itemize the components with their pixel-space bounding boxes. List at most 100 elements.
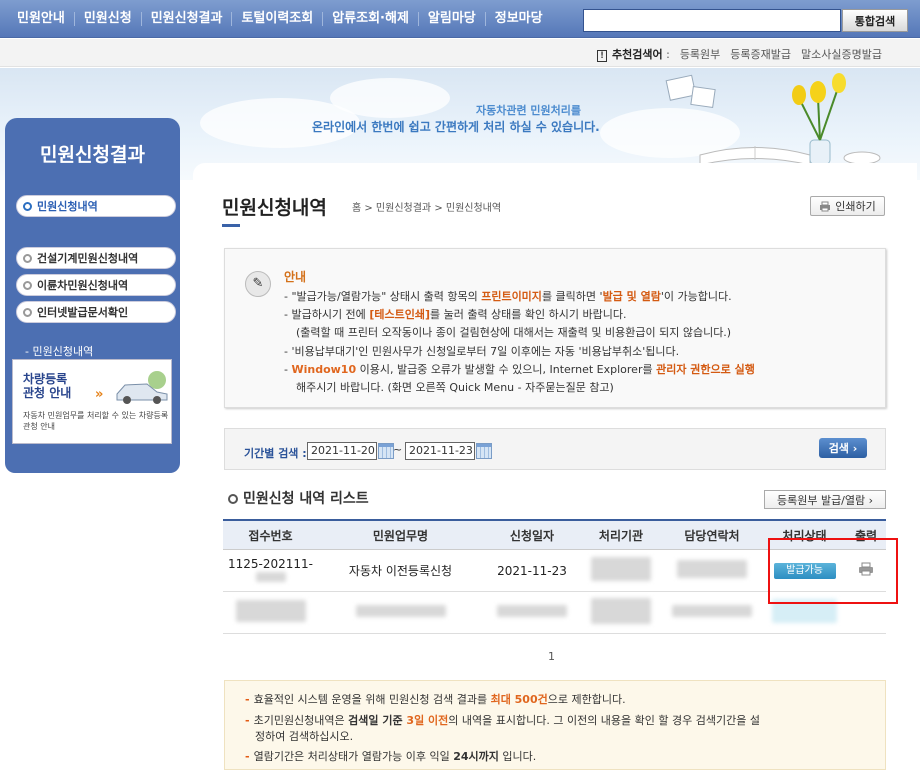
- guide-description: 자동차 민원업무를 처리할 수 있는 차량등록관청 안내: [23, 411, 169, 431]
- search-button[interactable]: 검색 ›: [819, 438, 867, 458]
- col-header: 접수번호: [248, 528, 293, 543]
- bullet-icon: [23, 201, 32, 211]
- bottom-bold: 검색일 기준: [348, 714, 407, 727]
- date-to-input[interactable]: 2021-11-23: [405, 442, 475, 460]
- col-header: 민원업무명: [372, 528, 429, 543]
- recommend-term[interactable]: 등록증재발급: [730, 46, 791, 62]
- notice-line-1: - "발급가능/열람가능" 상태시 출력 항목의 프린트이미지를 클릭하면 '발…: [284, 288, 732, 304]
- redacted-text: [677, 560, 747, 578]
- receipt-number: 1125-202111-: [227, 556, 313, 571]
- sidebar-item-construction-machine[interactable]: 건설기계민원신청내역: [16, 247, 176, 269]
- bottom-highlight: 최대 500건: [490, 693, 548, 706]
- apply-date: [483, 605, 581, 620]
- book-flower-illustration: [665, 73, 881, 166]
- recommend-term[interactable]: 등록원부: [680, 46, 720, 62]
- notice-text: 이용시, 발급중 오류가 발생할 수 있으니, Internet Explore…: [356, 363, 657, 376]
- task-name: [318, 605, 483, 620]
- notice-text: - "발급가능/열람가능" 상태시 출력 항목의: [284, 290, 482, 303]
- date-from-input[interactable]: 2021-11-20: [307, 442, 377, 460]
- nav-item-seizure[interactable]: 압류조회·해제: [323, 0, 418, 38]
- banner-slogan-1: 자동차관련 민원처리를: [476, 104, 582, 117]
- bottom-line-1: - 효율적인 시스템 운영을 위해 민원신청 검색 결과를 최대 500건으로 제…: [245, 691, 626, 707]
- task-name: 자동차 이전등록신청: [348, 564, 453, 578]
- guide-title-line-2: 관청 안내: [23, 386, 72, 400]
- bottom-text: 으로 제한합니다.: [547, 693, 626, 706]
- col-header: 담당연락처: [684, 528, 740, 543]
- top-navigation: 민원안내 민원신청 민원신청결과 토털이력조회 압류조회·해제 알림마당 정보마…: [0, 0, 920, 38]
- bottom-notice: - 효율적인 시스템 운영을 위해 민원신청 검색 결과를 최대 500건으로 제…: [224, 680, 886, 770]
- bottom-text: 열람기간은 처리상태가 열람가능 이후 익일: [253, 750, 454, 763]
- print-button[interactable]: 인쇄하기: [810, 196, 885, 216]
- sidebar-item-application-history[interactable]: 민원신청내역: [16, 195, 176, 217]
- bottom-line-3: - 열람기간은 처리상태가 열람가능 이후 익일 24시까지 입니다.: [245, 748, 536, 764]
- recommend-term[interactable]: 말소사실증명발급: [801, 46, 882, 62]
- dash-marker: -: [245, 750, 250, 763]
- agency-cell: [581, 598, 661, 627]
- recommend-bar: ! 추천검색어 : 등록원부 등록증재발급 말소사실증명발급: [0, 39, 920, 67]
- calendar-icon[interactable]: [476, 443, 492, 459]
- notice-highlight: 관리자 권한으로 실행: [656, 363, 755, 376]
- nav-item-guide[interactable]: 민원안내: [8, 0, 74, 38]
- notice-icon: ✎: [245, 271, 271, 297]
- top-search-input[interactable]: [583, 9, 841, 32]
- notice-text: 를 클릭하면 ': [541, 290, 603, 303]
- bullet-icon: [23, 253, 32, 263]
- nav-item-info[interactable]: 정보마당: [486, 0, 552, 38]
- nav-item-notice[interactable]: 알림마당: [419, 0, 485, 38]
- car-icon: [116, 371, 168, 404]
- contact-cell: [661, 605, 763, 620]
- notice-text: '이 가능합니다.: [660, 290, 732, 303]
- breadcrumb: 홈 > 민원신청결과 > 민원신청내역: [352, 203, 502, 214]
- bottom-highlight: 3일 이전: [406, 714, 449, 727]
- redacted-text: [355, 605, 446, 617]
- guide-title-line-1: 차량등록: [23, 372, 68, 386]
- list-title-label: 민원신청 내역 리스트: [243, 491, 369, 507]
- col-header: 신청일자: [509, 528, 555, 543]
- bottom-text: 입니다.: [498, 750, 537, 763]
- sidebar-item-label: 민원신청내역: [37, 200, 98, 213]
- guide-title: 차량등록 관청 안내: [23, 372, 71, 400]
- notice-line-5: - Window10 이용시, 발급중 오류가 발생할 수 있으니, Inter…: [284, 361, 755, 377]
- exclamation-icon: !: [597, 50, 607, 62]
- bottom-bold: 24시까지: [453, 750, 499, 763]
- top-search-button[interactable]: 통합검색: [842, 9, 908, 32]
- register-record-button[interactable]: 등록원부 발급/열람 ›: [764, 490, 886, 509]
- redacted-text: [672, 605, 752, 617]
- agency-cell: [581, 557, 661, 584]
- bottom-line-2: - 초기민원신청내역은 검색일 기준 3일 이전의 내역을 표시합니다. 그 이전…: [245, 712, 760, 728]
- nav-item-apply[interactable]: 민원신청: [75, 0, 141, 38]
- notice-highlight: [테스트인쇄]: [369, 308, 430, 321]
- notice-line-2: - 발급하시기 전에 [테스트인쇄]를 눌러 출력 상태를 확인 하시기 바랍니…: [284, 306, 626, 322]
- redacted-text: [497, 605, 567, 617]
- sidebar-item-doc-verify[interactable]: 인터넷발급문서확인: [16, 301, 176, 323]
- bullet-icon: [23, 307, 32, 317]
- nav-item-result[interactable]: 민원신청결과: [142, 0, 232, 38]
- sidebar-item-label: 건설기계민원신청내역: [37, 252, 139, 265]
- contact-cell: [661, 560, 763, 581]
- sidebar-item-motorcycle[interactable]: 이륜차민원신청내역: [16, 274, 176, 296]
- print-button-label: 인쇄하기: [835, 200, 876, 213]
- sidebar-subitem[interactable]: - 민원신청내역: [25, 343, 93, 359]
- notice-highlight: Window10: [291, 363, 357, 376]
- bottom-text: 의 내역을 표시합니다. 그 이전의 내용을 확인 할 경우 검색기간을 설: [448, 714, 760, 727]
- highlight-annotation-box: [768, 538, 898, 604]
- sidebar-subitem-label: 민원신청내역: [32, 345, 94, 358]
- notice-box: ✎ 안내 - "발급가능/열람가능" 상태시 출력 항목의 프린트이미지를 클릭…: [224, 248, 886, 408]
- calendar-icon[interactable]: [378, 443, 394, 459]
- banner-slogan-2: 온라인에서 한번에 쉽고 간편하게 처리 하실 수 있습니다.: [312, 120, 600, 134]
- notice-line-4: - '비용납부대기'인 민원사무가 신청일로부터 7일 이후에는 자동 '비용납…: [284, 345, 680, 358]
- redacted-text: [591, 598, 651, 624]
- page-title: 민원신청내역: [222, 197, 327, 219]
- redacted-text: [591, 557, 651, 581]
- registration-office-guide[interactable]: 차량등록 관청 안내 » 자동차 민원업무를 처리할 수 있는 차량등록관청 안내: [12, 359, 172, 444]
- title-underline: [222, 224, 240, 227]
- cloud-decoration: [330, 78, 450, 118]
- nav-item-history[interactable]: 토털이력조회: [232, 0, 322, 38]
- date-range-separator: ~: [393, 443, 403, 456]
- printer-icon: [820, 201, 831, 211]
- date-search-label: 기간별 검색 :: [244, 447, 307, 460]
- receipt-number-cell: [223, 600, 318, 625]
- redacted-text: [235, 600, 306, 622]
- dash-marker: -: [245, 693, 250, 706]
- pagination-page[interactable]: 1: [548, 650, 555, 663]
